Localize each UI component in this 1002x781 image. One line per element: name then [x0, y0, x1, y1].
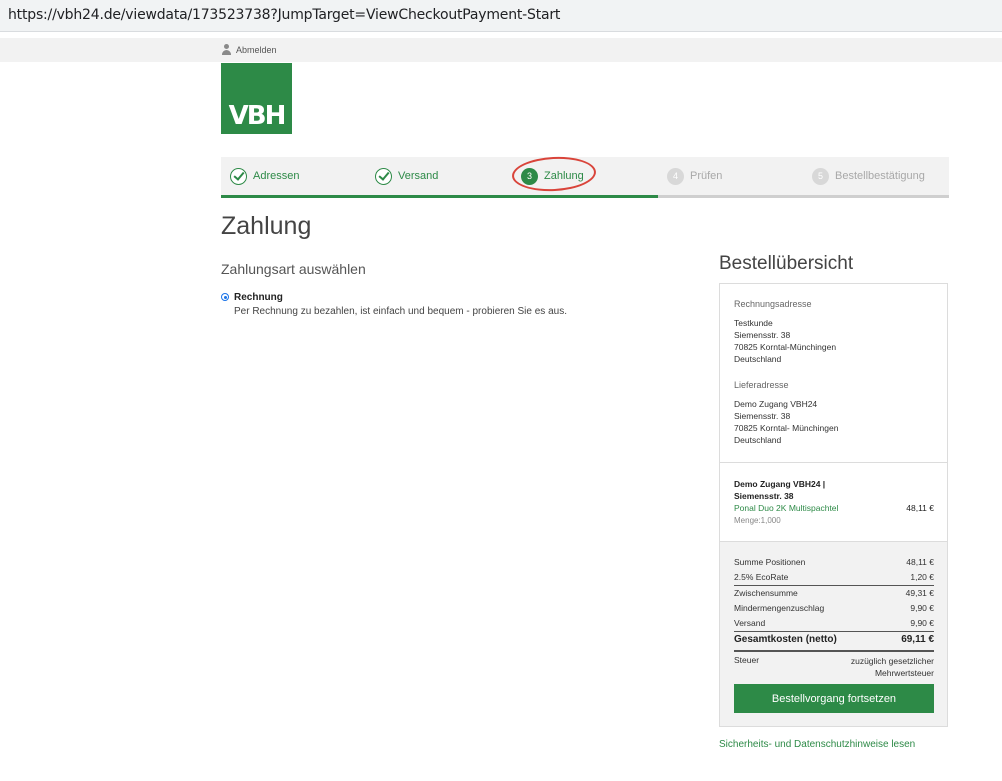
- total-separator: [734, 585, 934, 586]
- total-value: 48,11 €: [906, 557, 934, 567]
- tax-label: Steuer: [734, 655, 760, 665]
- step-pruefen: 4 Prüfen: [667, 157, 722, 195]
- total-row: Zwischensumme 49,31 €: [734, 588, 934, 598]
- step-versand[interactable]: Versand: [375, 157, 438, 195]
- logout-label: Abmelden: [236, 44, 277, 55]
- total-value: 49,31 €: [905, 588, 934, 598]
- payment-option-name[interactable]: Rechnung: [234, 292, 283, 303]
- step-bestellbestaetigung: 5 Bestellbestätigung: [812, 157, 925, 195]
- billing-address: Testkunde Siemensstr. 38 70825 Korntal-M…: [734, 317, 836, 365]
- summary-title: Bestellübersicht: [719, 253, 854, 274]
- address-line: Deutschland: [734, 435, 782, 445]
- address-line: Siemensstr. 38: [734, 411, 791, 421]
- step-label: Adressen: [253, 170, 300, 182]
- total-row: Mindermengenzuschlag 9,90 €: [734, 603, 934, 613]
- step-label: Versand: [398, 170, 439, 182]
- continue-order-button[interactable]: Bestellvorgang fortsetzen: [734, 684, 934, 713]
- step-number: 4: [667, 167, 684, 185]
- summary-divider: [719, 462, 948, 463]
- address-line: Siemensstr. 38: [734, 330, 791, 340]
- browser-address-bar[interactable]: https://vbh24.de/viewdata/173523738?Jump…: [0, 0, 1002, 32]
- total-label: Mindermengenzuschlag: [734, 603, 825, 613]
- person-icon: [221, 44, 232, 55]
- address-line: 70825 Korntal- Münchingen: [734, 423, 839, 433]
- address-line: 70825 Korntal-Münchingen: [734, 342, 837, 352]
- step-number: 5: [812, 167, 829, 185]
- product-price: 48,11 €: [906, 503, 934, 513]
- vbh-logo[interactable]: VBH: [221, 63, 292, 134]
- check-icon: [230, 167, 247, 185]
- total-value: 9,90 €: [910, 603, 934, 613]
- total-label: 2.5% EcoRate: [734, 572, 789, 582]
- check-icon: [375, 167, 392, 185]
- url-text[interactable]: https://vbh24.de/viewdata/173523738?Jump…: [8, 7, 560, 23]
- section-title: Zahlungsart auswählen: [221, 261, 366, 277]
- step-label: Prüfen: [690, 170, 723, 182]
- total-separator: [734, 650, 934, 652]
- shipping-address: Demo Zugang VBH24 Siemensstr. 38 70825 K…: [734, 398, 838, 446]
- logout-link[interactable]: Abmelden: [221, 44, 277, 55]
- grand-total-value: 69,11 €: [901, 634, 934, 645]
- product-name-link[interactable]: Ponal Duo 2K Multispachtel: [734, 503, 838, 513]
- tax-value: zuzüglich gesetzlicher Mehrwertsteuer: [850, 656, 934, 678]
- security-privacy-link[interactable]: Sicherheits- und Datenschutzhinweise les…: [719, 739, 915, 750]
- total-row: Versand 9,90 €: [734, 618, 934, 628]
- address-line: Testkunde: [734, 318, 773, 328]
- order-group-title: Demo Zugang VBH24 | Siemensstr. 38: [734, 479, 826, 501]
- total-value: 1,20 €: [910, 572, 934, 582]
- page-title: Zahlung: [221, 212, 312, 240]
- shipping-heading: Lieferadresse: [734, 380, 789, 390]
- total-label: Zwischensumme: [734, 588, 798, 598]
- logo-text: VBH: [228, 101, 287, 131]
- step-adressen[interactable]: Adressen: [230, 157, 299, 195]
- total-separator: [734, 631, 934, 632]
- grand-total-row: Gesamtkosten (netto) 69,11 €: [734, 634, 934, 645]
- product-quantity: Menge:1,000: [734, 516, 781, 525]
- top-strip: [0, 38, 1002, 62]
- grand-total-label: Gesamtkosten (netto): [734, 634, 837, 645]
- total-value: 9,90 €: [910, 618, 934, 628]
- payment-option-description: Per Rechnung zu bezahlen, ist einfach un…: [234, 306, 567, 317]
- billing-heading: Rechnungsadresse: [734, 299, 812, 309]
- total-row: Summe Positionen 48,11 €: [734, 557, 934, 567]
- total-label: Summe Positionen: [734, 557, 806, 567]
- payment-radio-rechnung[interactable]: [221, 293, 229, 301]
- stepper-progress-fill: [221, 195, 658, 198]
- address-line: Deutschland: [734, 354, 782, 364]
- step-label: Bestellbestätigung: [835, 170, 925, 182]
- address-line: Demo Zugang VBH24: [734, 399, 818, 409]
- total-label: Versand: [734, 618, 766, 628]
- total-row: 2.5% EcoRate 1,20 €: [734, 572, 934, 582]
